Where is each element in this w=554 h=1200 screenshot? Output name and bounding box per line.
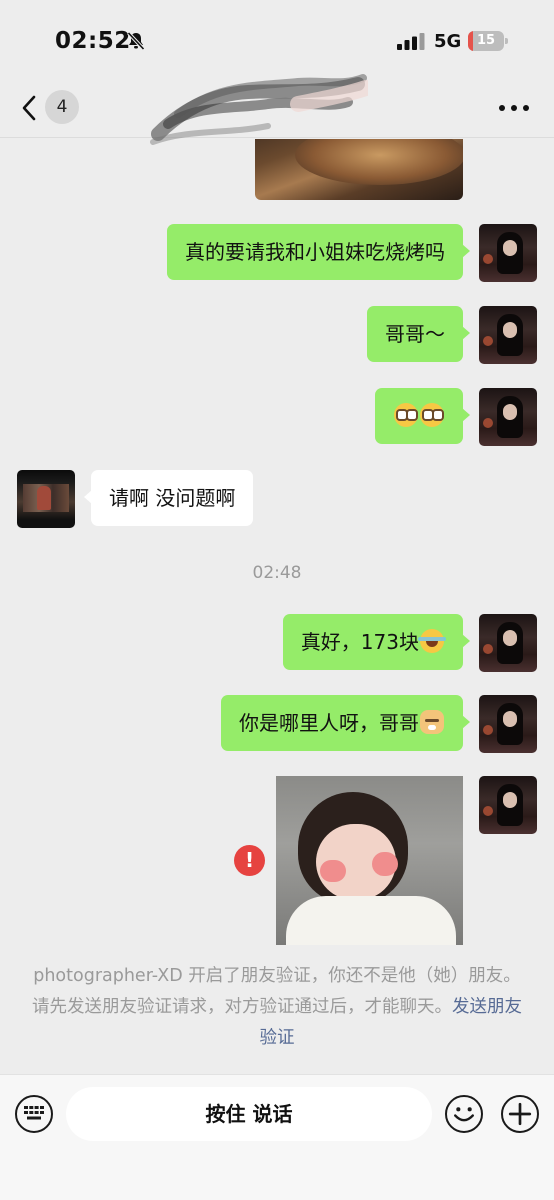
more-horizontal-icon[interactable] xyxy=(497,96,531,120)
message-text: 哥哥～ xyxy=(385,322,445,346)
message-text: 真好，173块 xyxy=(300,630,419,654)
battery-icon: 15 xyxy=(468,31,508,51)
redacted-title-scribble xyxy=(150,74,368,145)
message-bubble-incoming[interactable]: 请啊 没问题啊 xyxy=(83,470,254,526)
message-bubble-outgoing[interactable]: 哥哥～ xyxy=(367,306,470,362)
keyboard-icon[interactable] xyxy=(15,1095,53,1133)
message-bubble-outgoing[interactable]: 真好，173块 xyxy=(282,614,471,670)
chevron-left-icon[interactable] xyxy=(16,92,42,124)
chat-header: 4 xyxy=(0,74,554,145)
plus-icon[interactable] xyxy=(501,1095,539,1133)
message-bubble-outgoing[interactable]: 你是哪里人呀，哥哥 xyxy=(221,695,470,751)
doge-face-icon xyxy=(420,710,444,734)
chat-message-list[interactable]: 真的要请我和小姐妹吃烧烤吗 哥哥～ 请啊 没问题啊 02:48 真好，173块 … xyxy=(0,139,554,1074)
battery-level: 15 xyxy=(476,33,496,48)
laughing-tears-face-icon xyxy=(418,629,446,653)
friend-verification-notice: photographer-XD 开启了朋友验证，你还不是他（她）朋友。请先发送朋… xyxy=(30,961,524,1054)
mute-bell-icon xyxy=(127,31,145,51)
message-bubble-outgoing[interactable]: 真的要请我和小姐妹吃烧烤吗 xyxy=(167,224,470,280)
status-time: 02:52 xyxy=(55,28,131,54)
hold-to-talk-button[interactable]: 按住 说话 xyxy=(66,1087,432,1141)
avatar-self[interactable] xyxy=(479,776,537,834)
avatar-self[interactable] xyxy=(479,306,537,364)
message-text: 真的要请我和小姐妹吃烧烤吗 xyxy=(185,240,445,264)
signal-icon xyxy=(397,33,425,50)
avatar-self[interactable] xyxy=(479,224,537,282)
pleading-face-icon xyxy=(420,403,444,427)
message-text: 请啊 没问题啊 xyxy=(109,486,236,510)
network-type: 5G xyxy=(434,31,462,52)
toddler-photo-message[interactable] xyxy=(276,776,463,945)
message-timestamp: 02:48 xyxy=(252,563,302,583)
avatar-self[interactable] xyxy=(479,388,537,446)
unread-count-badge[interactable]: 4 xyxy=(45,90,79,124)
notice-text: photographer-XD 开启了朋友验证，你还不是他（她）朋友。请先发送朋… xyxy=(32,966,521,1017)
message-bubble-outgoing[interactable] xyxy=(375,388,470,444)
avatar-self[interactable] xyxy=(479,695,537,753)
smiley-icon[interactable] xyxy=(445,1095,483,1133)
input-bar: 按住 说话 xyxy=(0,1074,554,1200)
send-failed-icon[interactable]: ! xyxy=(234,845,265,876)
pleading-face-icon xyxy=(394,403,418,427)
avatar-contact[interactable] xyxy=(17,470,75,528)
avatar-self[interactable] xyxy=(479,614,537,672)
message-text: 你是哪里人呀，哥哥 xyxy=(239,711,419,735)
